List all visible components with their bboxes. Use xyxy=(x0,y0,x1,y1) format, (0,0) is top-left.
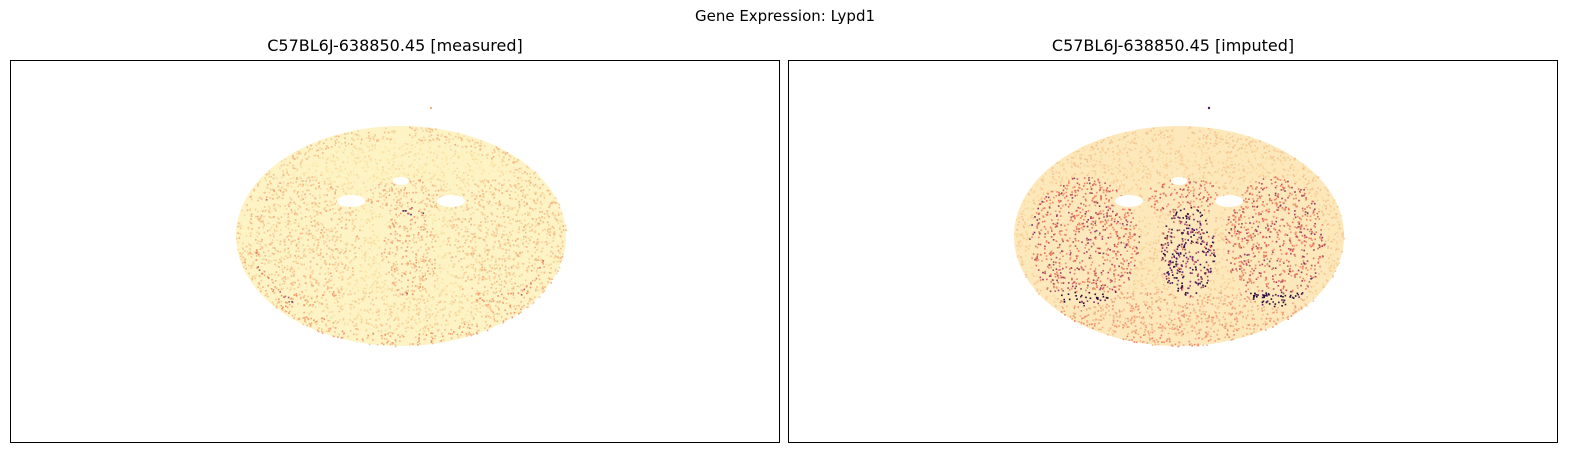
tissue-section xyxy=(1014,106,1345,348)
measured-brain-section-image xyxy=(236,106,567,348)
imputed-expression-panel xyxy=(788,60,1558,443)
imputed-brain-section-image xyxy=(1014,106,1345,348)
measured-expression-panel xyxy=(10,60,780,443)
tissue-section xyxy=(236,106,567,348)
figure-title: Gene Expression: Lypd1 xyxy=(694,7,876,25)
panel-title-measured: C57BL6J-638850.45 [measured] xyxy=(267,36,523,55)
panel-title-imputed: C57BL6J-638850.45 [imputed] xyxy=(1051,36,1295,55)
